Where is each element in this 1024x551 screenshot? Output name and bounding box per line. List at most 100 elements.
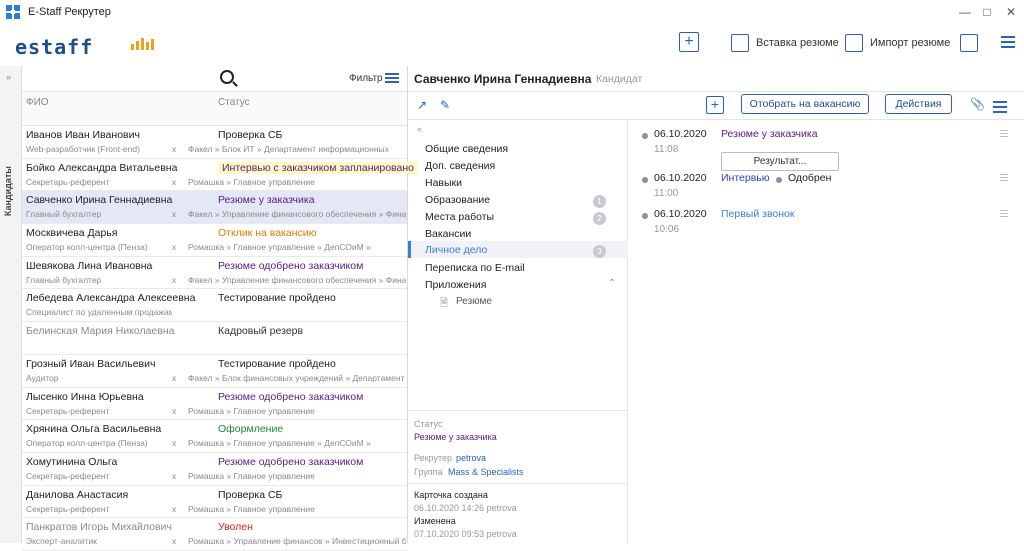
col-status-header[interactable]: Статус	[218, 97, 250, 108]
open-external-icon[interactable]: ↗	[417, 98, 427, 112]
drag-handle-icon[interactable]	[1000, 174, 1008, 183]
table-row[interactable]: Грозный Иван Васильевич Тестирование прой…	[22, 355, 407, 388]
logo-bars-icon	[131, 38, 154, 50]
app-icon	[6, 5, 20, 19]
edit-icon[interactable]: ✎	[440, 98, 450, 112]
nav-active-indicator	[408, 241, 411, 258]
attachment-resume[interactable]: Резюме	[456, 296, 492, 307]
remove-position-icon[interactable]: x	[172, 471, 188, 481]
filter-icon[interactable]	[385, 71, 399, 85]
add-event-icon[interactable]: +	[706, 96, 724, 114]
remove-position-icon[interactable]: x	[172, 536, 188, 546]
paste-resume-label: Вставка резюме	[756, 37, 839, 49]
timeline-dot-icon	[642, 213, 648, 219]
nav-item[interactable]: Доп. сведения	[425, 160, 495, 172]
nav-item[interactable]: Места работы	[425, 211, 494, 223]
import-resume-button[interactable]: Импорт резюме	[845, 32, 950, 54]
app-header: estaff + Вставка резюме Импорт резюме	[0, 24, 1024, 66]
event-type[interactable]: Резюме у заказчика	[721, 128, 818, 140]
result-button[interactable]: Результат...	[721, 152, 839, 171]
nav-item[interactable]: Навыки	[425, 177, 462, 189]
remove-position-icon[interactable]: x	[172, 373, 188, 383]
candidate-position-line: Оператор колл-центра (Пенза) x Ромашка » Г…	[26, 242, 406, 252]
actions-button[interactable]: Действия	[885, 94, 952, 114]
remove-position-icon[interactable]: x	[172, 406, 188, 416]
remove-position-icon[interactable]: x	[172, 177, 188, 187]
remove-position-icon[interactable]: x	[172, 275, 188, 285]
nav-item[interactable]: Общие сведения	[425, 143, 508, 155]
event-type[interactable]: Интервью	[721, 172, 770, 184]
timeline-event: 06.10.2020 11:00 Интервью Одобрен	[628, 172, 1024, 212]
candidate-position-line: Главный бухгалтер x Факел » Управление фин…	[26, 209, 406, 219]
event-date: 06.10.2020	[654, 128, 707, 140]
candidate-rows: Иванов Иван Иванович Проверка СБ Web-разра…	[22, 126, 418, 551]
table-row[interactable]: Хомутинина Ольга Резюме одобрено заказчик…	[22, 453, 407, 486]
nav-item[interactable]: Переписка по E-mail	[425, 262, 525, 274]
table-row[interactable]: Иванов Иван Иванович Проверка СБ Web-разра…	[22, 126, 407, 159]
collapse-chevron-icon[interactable]: »	[6, 72, 11, 82]
candidate-name-cell: Панкратов Игорь Михайлович	[26, 521, 172, 534]
main-menu-icon[interactable]	[1001, 36, 1015, 51]
event-type[interactable]: Первый звонок	[721, 208, 794, 220]
filter-label[interactable]: Фильтр	[349, 73, 383, 84]
estaff-logo: estaff	[15, 35, 94, 59]
organization-text: Факел » Блок ИТ » Департамент информацио…	[188, 144, 389, 154]
remove-position-icon[interactable]: x	[172, 144, 188, 154]
table-row[interactable]: Хрянина Ольга Васильевна Оформление Операт…	[22, 420, 407, 453]
list-column-header: ФИО Статус	[22, 92, 407, 126]
position-text: Эксперт-аналитик	[26, 536, 97, 547]
table-row[interactable]: Белинская Мария Николаевна Кадровый резер…	[22, 322, 407, 355]
table-row[interactable]: Лысенко Инна Юрьевна Резюме одобрено зака…	[22, 388, 407, 421]
table-row[interactable]: Бойко Александра Витальевна Интервью с за…	[22, 159, 418, 192]
table-row[interactable]: Лебедева Александра Алексеевна Тестирован…	[22, 289, 407, 323]
drag-handle-icon[interactable]	[1000, 130, 1008, 139]
nav-collapse-icon[interactable]: «	[417, 124, 422, 134]
table-row[interactable]: Панкратов Игорь Михайлович Уволен Эксперт-…	[22, 518, 407, 551]
candidate-name-cell: Лебедева Александра Алексеевна	[26, 292, 196, 305]
organization-text: Ромашка » Главное управление	[188, 503, 315, 514]
recruiter-value[interactable]: petrova	[456, 453, 486, 463]
list-toolbar: Фильтр	[22, 66, 407, 92]
nav-item[interactable]: Личное дело	[425, 244, 487, 256]
nav-item[interactable]: Вакансии	[425, 228, 471, 240]
candidate-name-cell: Савченко Ирина Геннадиевна	[26, 194, 173, 207]
search-card-button[interactable]	[960, 32, 985, 54]
table-row[interactable]: Москвичева Дарья Отклик на вакансию Операт…	[22, 224, 407, 257]
nav-count-badge: 3	[593, 245, 606, 258]
table-row[interactable]: Савченко Ирина Геннадиевна Резюме у заказ…	[22, 191, 407, 225]
organization-text: Факел » Управление финансового обеспечен…	[188, 209, 406, 220]
remove-position-icon[interactable]: x	[172, 209, 188, 219]
detail-toolbar: ↗ ✎ + Отобрать на вакансию Действия 📎	[408, 92, 1024, 120]
detail-menu-icon[interactable]	[993, 101, 1007, 116]
window-title: E-Staff Рекрутер	[28, 6, 111, 18]
paste-resume-button[interactable]: Вставка резюме	[731, 32, 839, 54]
table-row[interactable]: Данилова Анастасия Проверка СБ Секретарь-р…	[22, 486, 407, 519]
candidate-status-cell: Уволен	[218, 521, 253, 534]
info-divider	[408, 483, 628, 484]
group-value[interactable]: Mass & Specialists	[448, 467, 524, 477]
position-text: Главный бухгалтер	[26, 274, 102, 285]
candidate-position-line: Специалист по удаленным продажам XOR Сан…	[26, 307, 406, 317]
add-icon[interactable]: +	[679, 32, 699, 52]
remove-position-icon[interactable]: x	[172, 242, 188, 252]
sidebar-rail[interactable]: » Кандидаты	[0, 66, 22, 543]
search-icon[interactable]	[220, 70, 234, 84]
organization-text: Ромашка » Главное управление	[188, 176, 315, 187]
candidate-status-cell: Проверка СБ	[218, 129, 283, 141]
attachment-icon[interactable]: 📎	[970, 97, 985, 111]
remove-position-icon[interactable]: x	[172, 504, 188, 514]
nav-item[interactable]: Образование	[425, 194, 490, 206]
collapse-attachments-icon[interactable]: ⌃	[608, 278, 616, 289]
rail-label-candidates[interactable]: Кандидаты	[3, 166, 13, 216]
detail-header: Савченко Ирина Геннадиевна Кандидат	[408, 66, 1024, 92]
nav-item[interactable]: Приложения	[425, 279, 486, 291]
created-label: Карточка создана	[414, 490, 488, 500]
table-row[interactable]: Шевякова Лина Ивановна Резюме одобрено за…	[22, 257, 407, 290]
drag-handle-icon[interactable]	[1000, 210, 1008, 219]
close-icon[interactable]: ✕	[996, 0, 1024, 24]
select-vacancy-button[interactable]: Отобрать на вакансию	[741, 94, 869, 114]
event-time: 11:00	[654, 188, 679, 199]
organization-text: Факел » Блок финансовых учреждений » Деп…	[188, 372, 406, 383]
col-name-header[interactable]: ФИО	[26, 97, 49, 108]
remove-position-icon[interactable]: x	[172, 438, 188, 448]
